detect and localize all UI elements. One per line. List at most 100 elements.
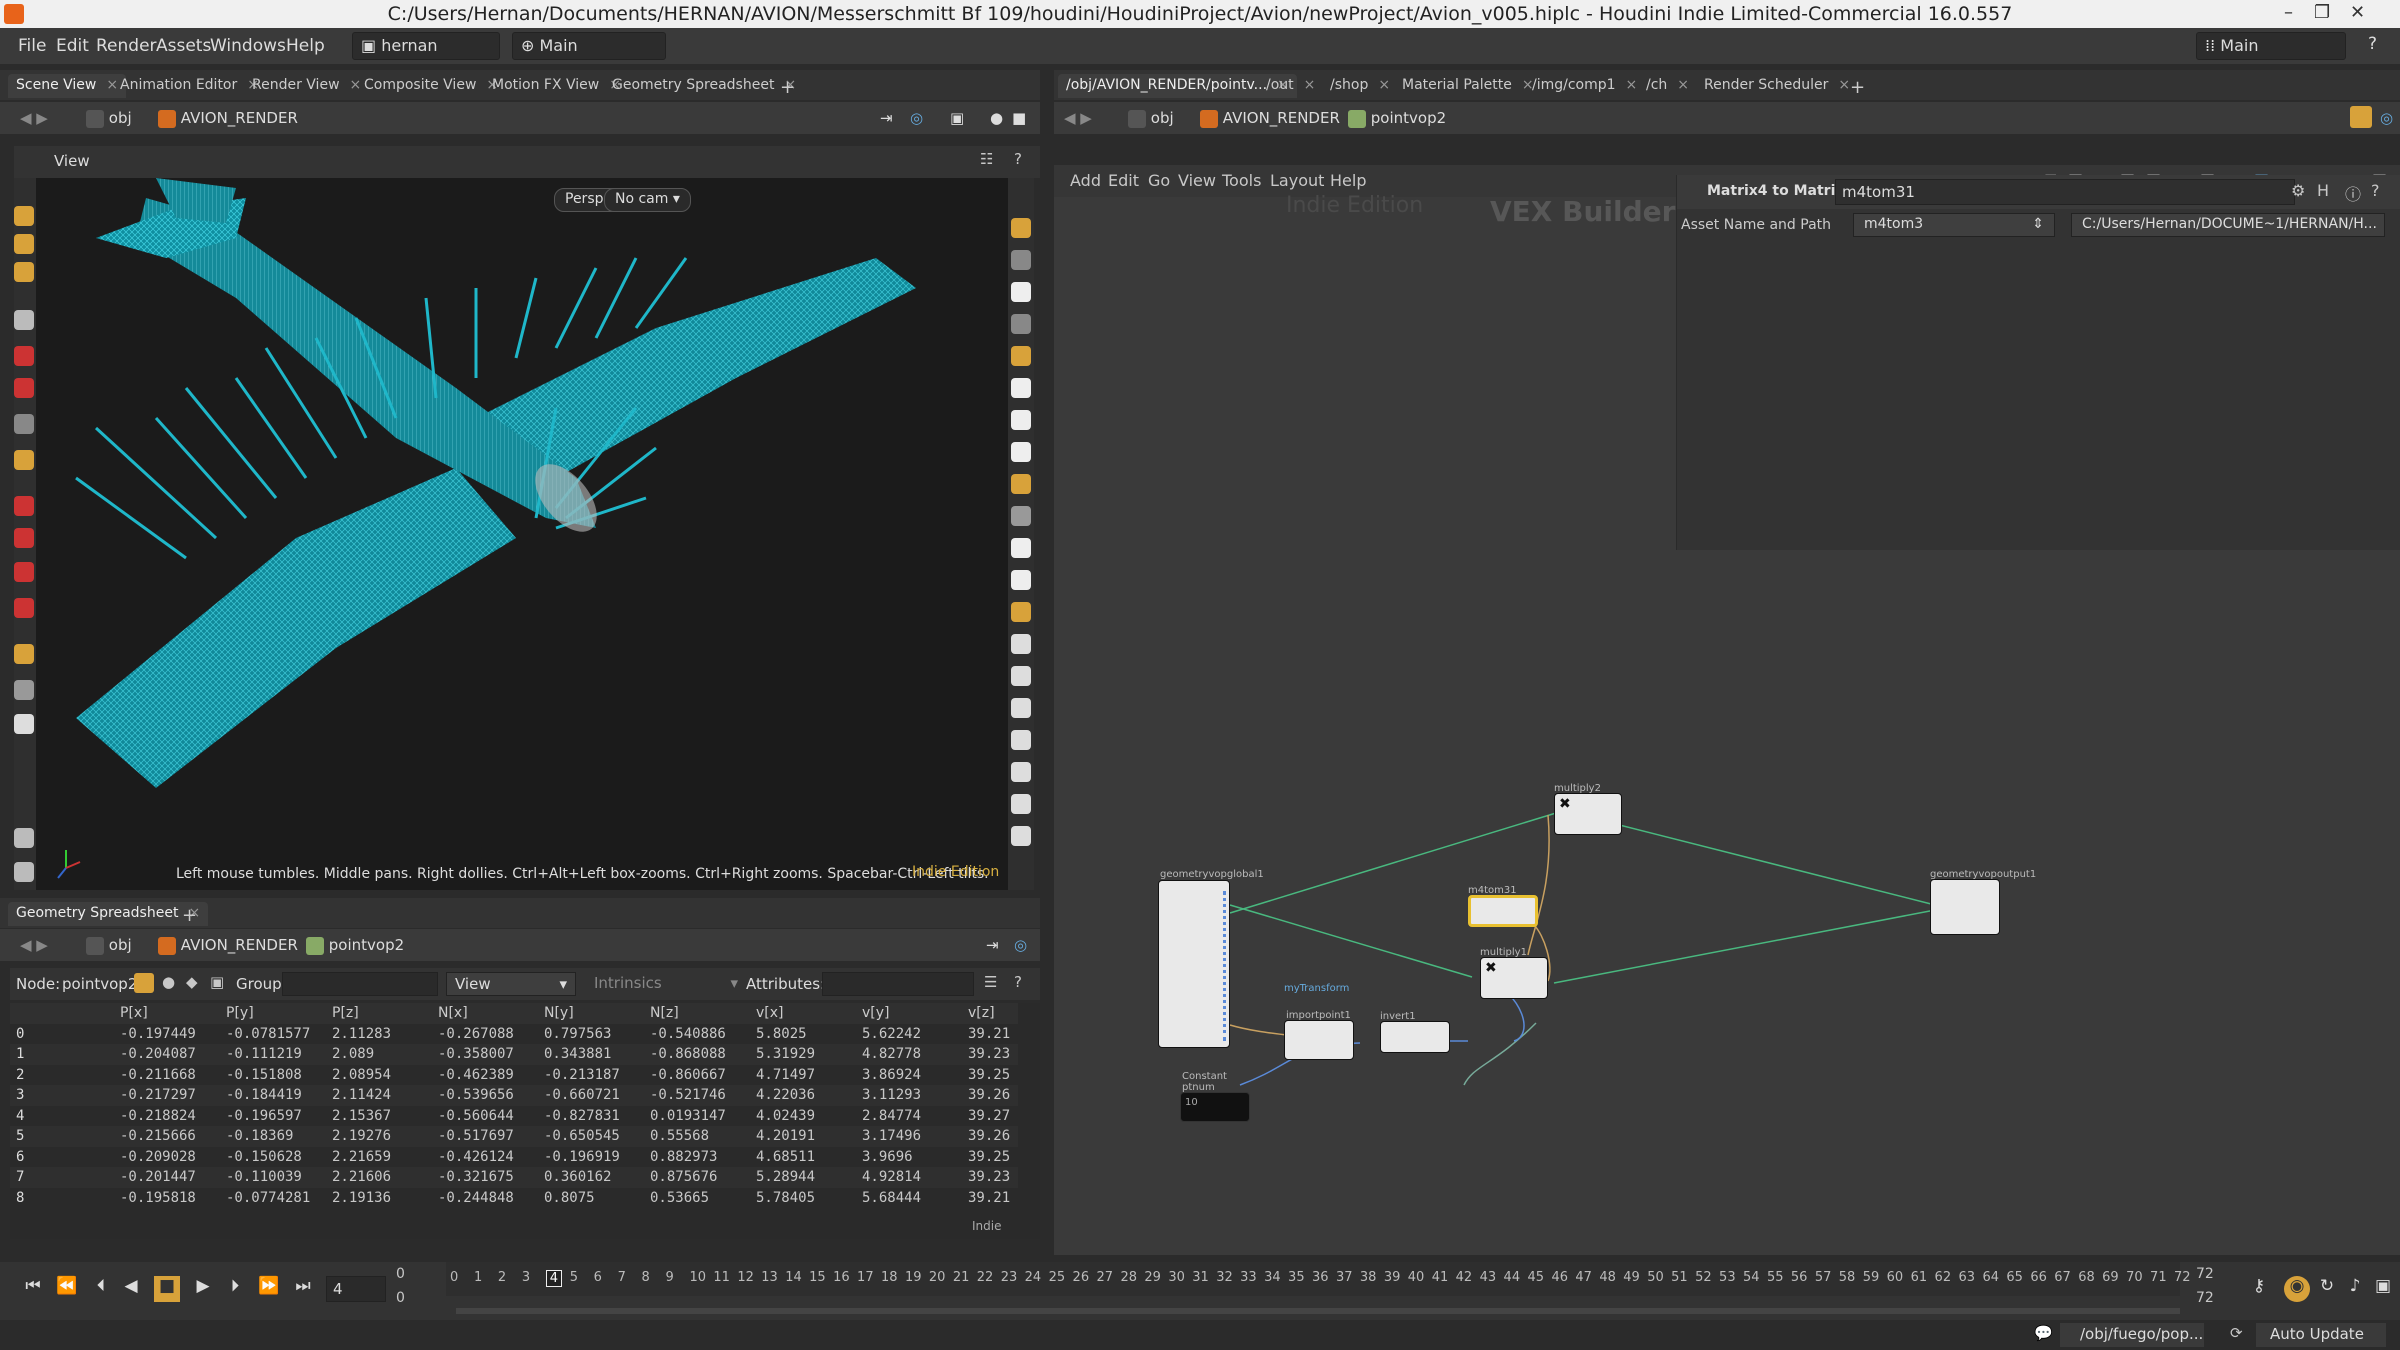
path-obj[interactable]: obj (86, 109, 132, 128)
tab-material-palette[interactable]: Material Palette × (1394, 74, 1542, 98)
tab-ch[interactable]: /ch × (1638, 74, 1697, 98)
shelf-set-combo[interactable]: ▣ hernan (352, 32, 500, 60)
headlight-icon[interactable] (1011, 410, 1031, 430)
add-tab-button[interactable]: + (1842, 74, 1873, 98)
column-header[interactable]: v[y] (856, 1003, 962, 1024)
realtime-icon[interactable]: ◉ (2284, 1276, 2310, 1302)
timeline-range-bar[interactable] (456, 1308, 2180, 1314)
minimize-button[interactable]: – (2284, 2, 2293, 23)
tab-render-view[interactable]: Render View × (244, 74, 369, 98)
node-multiply1[interactable]: ✖ (1480, 957, 1548, 999)
snap-magnet-icon[interactable] (14, 598, 34, 618)
help-icon[interactable]: ? (1014, 150, 1022, 168)
column-header[interactable] (10, 1003, 114, 1024)
add-tab-button[interactable]: + (174, 902, 205, 926)
vertices-mode-icon[interactable]: ● (162, 973, 175, 991)
point-icon[interactable] (1011, 538, 1031, 558)
desktop-combo[interactable]: ⊕ Main (512, 32, 666, 60)
path-pointvop2[interactable]: pointvop2 (306, 936, 404, 955)
link-icon[interactable]: ◎ (910, 109, 923, 127)
node-name-field[interactable]: m4tom31 (1835, 179, 2295, 205)
column-header[interactable]: N[y] (538, 1003, 644, 1024)
table-row[interactable]: 3 -0.217297 -0.184419 2.11424 -0.539656 -0.66… (10, 1085, 1018, 1106)
template-icon[interactable] (1011, 602, 1031, 622)
stop-button[interactable]: ■ (154, 1276, 180, 1302)
arrow-tool-icon[interactable] (14, 310, 34, 330)
lock-icon[interactable] (1011, 282, 1031, 302)
step-back-key-button[interactable]: ⏪ (54, 1276, 80, 1302)
camera-icon[interactable]: ▣ (950, 109, 964, 127)
display-options-icon[interactable] (1011, 218, 1031, 238)
current-frame-field[interactable]: 4 (326, 1276, 386, 1302)
group-field[interactable] (282, 972, 438, 996)
ghost-icon[interactable] (1011, 250, 1031, 270)
gear-icon[interactable]: ⚙ (2291, 181, 2305, 200)
auto-update-dropdown[interactable]: Auto Update (2256, 1323, 2386, 1347)
step-back-button[interactable]: ⏴ (88, 1276, 114, 1302)
loop-icon[interactable]: ↻ (2314, 1276, 2340, 1302)
back-arrow-icon[interactable]: ◀ ▶ (1064, 109, 1092, 127)
options-icon[interactable]: ▣ (2370, 1276, 2396, 1302)
tab-scene-view[interactable]: Scene View × (8, 74, 127, 98)
path-avion-render[interactable]: AVION_RENDER (1200, 109, 1340, 128)
tab-render-scheduler[interactable]: Render Scheduler × (1696, 74, 1858, 98)
table-row[interactable]: 0 -0.197449 -0.0781577 2.11283 -0.267088 0.79… (10, 1024, 1018, 1045)
camera-tool-icon[interactable] (14, 680, 34, 700)
tab-shop[interactable]: /shop × (1322, 74, 1398, 98)
table-row[interactable]: 1 -0.204087 -0.111219 2.089 -0.358007 0.34388… (10, 1044, 1018, 1065)
lighting-icon[interactable] (1011, 378, 1031, 398)
step-forward-key-button[interactable]: ⏩ (256, 1276, 282, 1302)
primitives-mode-icon[interactable]: ◆ (186, 973, 198, 991)
close-button[interactable]: ✕ (2350, 2, 2365, 23)
back-arrow-icon[interactable]: ◀ ▶ (20, 936, 48, 954)
info-icon[interactable]: ⓘ (2345, 181, 2361, 205)
column-header[interactable]: N[z] (644, 1003, 750, 1024)
table-row[interactable]: 7 -0.201447 -0.110039 2.21606 -0.321675 0.360… (10, 1167, 1018, 1188)
start-frame-2[interactable]: 0 (396, 1290, 405, 1306)
handle-tool-icon[interactable] (14, 262, 34, 282)
points-mode-icon[interactable] (134, 973, 154, 993)
chat-icon[interactable]: 💬 (2034, 1324, 2053, 1342)
restore-button[interactable]: ❐ (2314, 2, 2330, 23)
column-header[interactable]: v[x] (750, 1003, 856, 1024)
node-ptnum[interactable]: 10 (1180, 1092, 1250, 1122)
column-header[interactable]: P[x] (114, 1003, 220, 1024)
column-header[interactable]: v[z] (962, 1003, 1018, 1024)
link-icon[interactable]: ◎ (2380, 109, 2393, 127)
geometry-spreadsheet-table[interactable]: P[x] P[y] P[z] N[x] N[y] N[z] v[x] v[y] v[z] 0 -0… (10, 1003, 1040, 1239)
status-path[interactable]: /obj/fuego/pop... (2060, 1323, 2204, 1347)
snapshot-icon[interactable] (1011, 794, 1031, 814)
edge-icon[interactable] (1011, 634, 1031, 654)
detail-mode-icon[interactable]: ▣ (210, 973, 224, 991)
node-importpoint1[interactable] (1284, 1020, 1354, 1060)
display-options-icon[interactable]: ☷ (980, 150, 993, 168)
primitive-icon[interactable] (1011, 506, 1031, 526)
help-icon[interactable]: ? (2371, 181, 2380, 200)
node-m4tom31[interactable] (1468, 895, 1538, 927)
node-geometryvopoutput1[interactable] (1930, 879, 2000, 935)
pin-icon[interactable]: ⇥ (880, 109, 893, 127)
sculpt-tool-icon[interactable] (14, 862, 34, 882)
path-pointvop2[interactable]: pointvop2 (1348, 109, 1446, 128)
menu-help[interactable]: Help (286, 36, 325, 56)
snap-prim-icon[interactable] (14, 528, 34, 548)
jump-end-button[interactable]: ⏭ (290, 1276, 316, 1302)
rotate-tool-icon[interactable] (14, 378, 34, 398)
snap-point-icon[interactable] (14, 562, 34, 582)
table-row[interactable]: 6 -0.209028 -0.150628 2.21659 -0.426124 -0.19… (10, 1147, 1018, 1168)
hda-icon[interactable]: H (2317, 181, 2329, 200)
move-tool-icon[interactable] (14, 346, 34, 366)
home-icon[interactable] (1011, 826, 1031, 846)
camera-view-icon[interactable] (1011, 698, 1031, 718)
transform-tool-icon[interactable] (14, 450, 34, 470)
add-tab-button[interactable]: + (772, 74, 803, 98)
back-arrow-icon[interactable]: ◀ ▶ (20, 109, 48, 127)
end-frame-2[interactable]: 72 (2196, 1290, 2214, 1306)
help-icon[interactable]: ? (1014, 973, 1022, 991)
intrinsics-dropdown[interactable]: Intrinsics ▾ (588, 972, 744, 996)
attributes-field[interactable] (822, 972, 974, 996)
grid-icon[interactable] (1011, 762, 1031, 782)
table-row[interactable]: 2 -0.211668 -0.151808 2.08954 -0.462389 -0.21… (10, 1065, 1018, 1086)
light-tool-icon[interactable] (14, 714, 34, 734)
menu-assets[interactable]: Assets (156, 36, 211, 56)
